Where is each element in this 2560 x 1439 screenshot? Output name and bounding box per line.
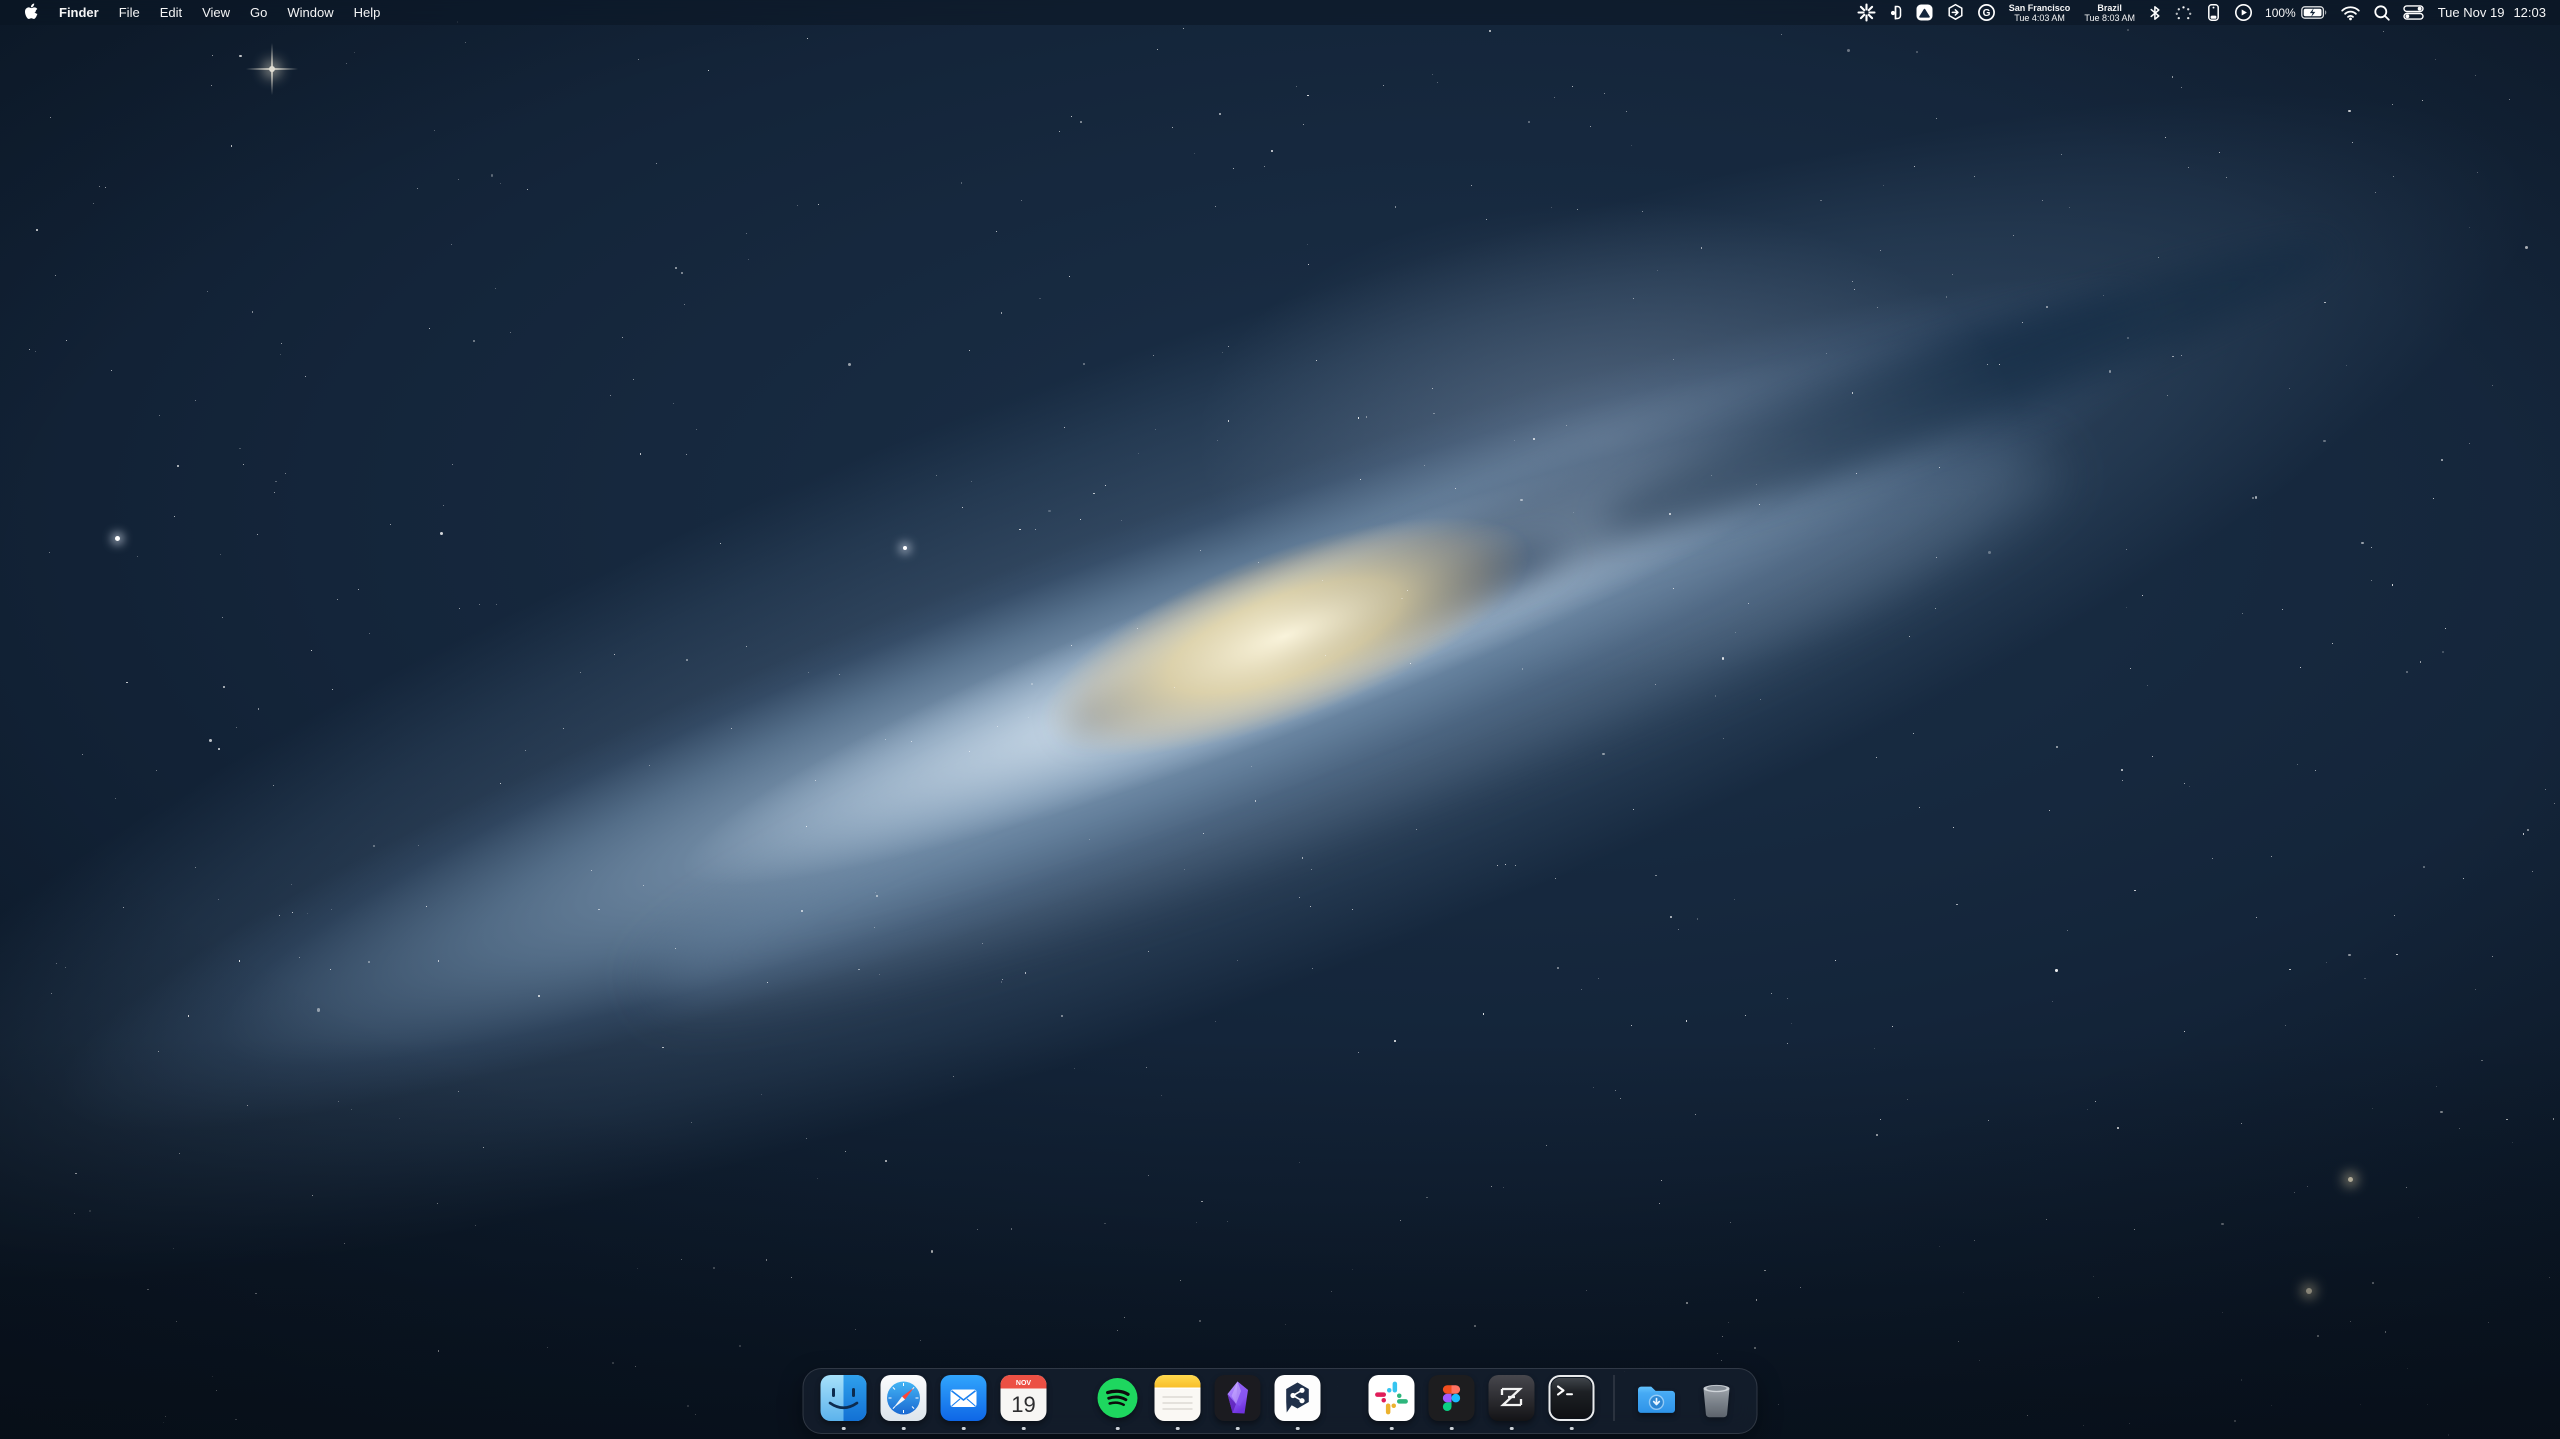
- dock-item-slack[interactable]: [1369, 1375, 1415, 1421]
- world-clock-city: San Francisco: [2009, 3, 2071, 13]
- menu-bar-clock[interactable]: Tue Nov 19 12:03: [2430, 0, 2550, 25]
- spotify-icon: [1095, 1375, 1141, 1421]
- hexagon-arrow-icon[interactable]: [1940, 0, 1971, 25]
- dock-item-zed[interactable]: [1489, 1375, 1535, 1421]
- apple-menu[interactable]: [12, 0, 49, 25]
- dock-item-downloads[interactable]: [1634, 1375, 1680, 1421]
- running-indicator: [1510, 1427, 1514, 1431]
- running-indicator: [1176, 1427, 1180, 1431]
- zed-icon: [1489, 1375, 1535, 1421]
- svg-text:NOV: NOV: [1016, 1380, 1032, 1387]
- running-indicator: [842, 1427, 846, 1431]
- dock-separator: [1614, 1375, 1615, 1421]
- dock-item-calendar[interactable]: NOV 19: [1001, 1375, 1047, 1421]
- menu-view[interactable]: View: [192, 0, 240, 25]
- spotlight-search-icon[interactable]: [2367, 0, 2397, 25]
- world-clock-time: Tue 8:03 AM: [2084, 13, 2135, 23]
- menu-file[interactable]: File: [109, 0, 150, 25]
- running-indicator: [1570, 1427, 1574, 1431]
- world-clock-brazil[interactable]: Brazil Tue 8:03 AM: [2077, 0, 2142, 25]
- dock-item-trash[interactable]: [1694, 1375, 1740, 1421]
- running-indicator: [1022, 1427, 1026, 1431]
- apple-icon: [23, 3, 38, 23]
- dock-item-mail[interactable]: [941, 1375, 987, 1421]
- dock-item-terminal[interactable]: [1549, 1375, 1595, 1421]
- control-center-icon[interactable]: [2397, 0, 2430, 25]
- menu-window[interactable]: Window: [277, 0, 343, 25]
- dock-item-obsidian[interactable]: [1215, 1375, 1261, 1421]
- figma-icon: [1429, 1375, 1475, 1421]
- desktop-wallpaper: [0, 0, 2560, 1439]
- hexagon-share-chat-icon: [1275, 1375, 1321, 1421]
- battery-charging-icon: [2301, 6, 2328, 19]
- downloads-folder-icon: [1634, 1375, 1680, 1421]
- triangle-app-icon[interactable]: [1909, 0, 1940, 25]
- dock-item-figma[interactable]: [1429, 1375, 1475, 1421]
- running-indicator: [1450, 1427, 1454, 1431]
- menu-help[interactable]: Help: [344, 0, 391, 25]
- running-indicator: [1296, 1427, 1300, 1431]
- dock-item-spotify[interactable]: [1095, 1375, 1141, 1421]
- running-indicator: [1390, 1427, 1394, 1431]
- dock: NOV 19: [803, 1368, 1758, 1434]
- svg-text:G: G: [1982, 8, 1990, 19]
- app-menu-finder[interactable]: Finder: [49, 0, 109, 25]
- finder-icon: [821, 1375, 867, 1421]
- menu-bar: Finder File Edit View Go Window Help: [0, 0, 2560, 25]
- dock-item-hexagon-share-app[interactable]: [1275, 1375, 1321, 1421]
- iphone-mirroring-icon[interactable]: [2199, 0, 2228, 25]
- dock-panel: NOV 19: [803, 1368, 1758, 1434]
- menu-edit[interactable]: Edit: [150, 0, 192, 25]
- menu-bar-time: 12:03: [2513, 5, 2546, 20]
- dock-item-finder[interactable]: [821, 1375, 867, 1421]
- world-clock-time: Tue 4:03 AM: [2014, 13, 2065, 23]
- menu-bar-date: Tue Nov 19: [2438, 5, 2505, 20]
- running-indicator: [902, 1427, 906, 1431]
- running-indicator: [1116, 1427, 1120, 1431]
- terminal-icon: [1549, 1375, 1595, 1421]
- bluetooth-icon[interactable]: [2142, 0, 2168, 25]
- world-clock-san-francisco[interactable]: San Francisco Tue 4:03 AM: [2002, 0, 2078, 25]
- dock-item-notes[interactable]: [1155, 1375, 1201, 1421]
- dock-item-safari[interactable]: [881, 1375, 927, 1421]
- menu-go[interactable]: Go: [240, 0, 277, 25]
- wifi-icon[interactable]: [2334, 0, 2367, 25]
- svg-text:19: 19: [1011, 1392, 1035, 1417]
- clip-pin-icon[interactable]: [1882, 0, 1909, 25]
- calendar-icon: NOV 19: [1001, 1375, 1047, 1421]
- dotted-ring-icon[interactable]: [2168, 0, 2199, 25]
- now-playing-icon[interactable]: [2228, 0, 2259, 25]
- slack-icon: [1369, 1375, 1415, 1421]
- battery-indicator[interactable]: 100%: [2259, 0, 2334, 25]
- starburst-icon[interactable]: [1851, 0, 1882, 25]
- world-clock-city: Brazil: [2097, 3, 2122, 13]
- trash-empty-icon: [1694, 1375, 1740, 1421]
- g-circle-icon[interactable]: G: [1971, 0, 2002, 25]
- obsidian-icon: [1215, 1375, 1261, 1421]
- running-indicator: [962, 1427, 966, 1431]
- running-indicator: [1236, 1427, 1240, 1431]
- battery-percent: 100%: [2265, 6, 2296, 20]
- notes-icon: [1155, 1375, 1201, 1421]
- mail-icon: [941, 1375, 987, 1421]
- safari-icon: [881, 1375, 927, 1421]
